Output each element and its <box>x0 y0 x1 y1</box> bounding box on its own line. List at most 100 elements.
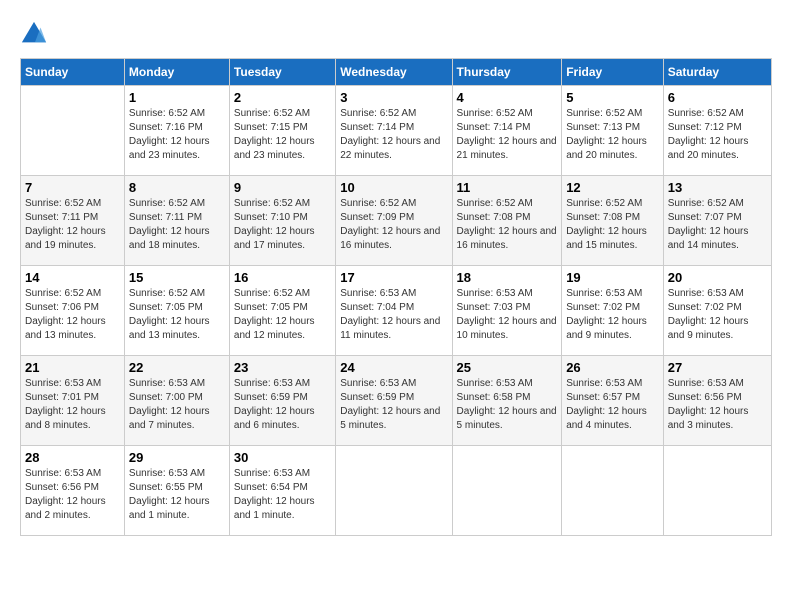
day-number: 9 <box>234 180 331 195</box>
calendar-cell: 9Sunrise: 6:52 AMSunset: 7:10 PMDaylight… <box>229 176 335 266</box>
weekday-header-tuesday: Tuesday <box>229 59 335 86</box>
calendar-week-1: 1 Sunrise: 6:52 AMSunset: 7:16 PMDaylight… <box>21 86 772 176</box>
calendar-cell: 7 Sunrise: 6:52 AMSunset: 7:11 PMDaylight… <box>21 176 125 266</box>
day-info: Sunrise: 6:53 AMSunset: 7:03 PMDaylight:… <box>457 287 558 343</box>
day-number: 28 <box>25 450 120 465</box>
weekday-header-saturday: Saturday <box>663 59 771 86</box>
weekday-header-friday: Friday <box>562 59 664 86</box>
calendar-cell: 21 Sunrise: 6:53 AMSunset: 7:01 PMDayligh… <box>21 356 125 446</box>
calendar-cell: 16Sunrise: 6:52 AMSunset: 7:05 PMDayligh… <box>229 266 335 356</box>
day-number: 22 <box>129 360 225 375</box>
day-number: 17 <box>340 270 447 285</box>
logo-icon <box>20 20 48 48</box>
calendar-cell <box>452 446 562 536</box>
day-number: 11 <box>457 180 558 195</box>
day-info: Sunrise: 6:53 AMSunset: 6:59 PMDaylight:… <box>234 377 331 433</box>
day-number: 10 <box>340 180 447 195</box>
day-number: 2 <box>234 90 331 105</box>
day-info: Sunrise: 6:52 AMSunset: 7:07 PMDaylight:… <box>668 197 767 253</box>
day-info: Sunrise: 6:53 AMSunset: 7:04 PMDaylight:… <box>340 287 447 343</box>
day-number: 20 <box>668 270 767 285</box>
day-info: Sunrise: 6:52 AMSunset: 7:06 PMDaylight:… <box>25 287 120 343</box>
day-info: Sunrise: 6:53 AMSunset: 6:56 PMDaylight:… <box>668 377 767 433</box>
page-container: SundayMondayTuesdayWednesdayThursdayFrid… <box>20 20 772 536</box>
day-number: 23 <box>234 360 331 375</box>
day-number: 1 <box>129 90 225 105</box>
day-info: Sunrise: 6:53 AMSunset: 6:58 PMDaylight:… <box>457 377 558 433</box>
day-info: Sunrise: 6:52 AMSunset: 7:14 PMDaylight:… <box>457 107 558 163</box>
calendar-week-2: 7 Sunrise: 6:52 AMSunset: 7:11 PMDaylight… <box>21 176 772 266</box>
calendar-cell: 5 Sunrise: 6:52 AMSunset: 7:13 PMDaylight… <box>562 86 664 176</box>
calendar-cell: 10 Sunrise: 6:52 AMSunset: 7:09 PMDayligh… <box>336 176 452 266</box>
day-number: 6 <box>668 90 767 105</box>
calendar-week-3: 14 Sunrise: 6:52 AMSunset: 7:06 PMDayligh… <box>21 266 772 356</box>
calendar-week-4: 21 Sunrise: 6:53 AMSunset: 7:01 PMDayligh… <box>21 356 772 446</box>
day-info: Sunrise: 6:53 AMSunset: 6:55 PMDaylight:… <box>129 467 225 523</box>
calendar-body: 1 Sunrise: 6:52 AMSunset: 7:16 PMDaylight… <box>21 86 772 536</box>
calendar-cell: 20 Sunrise: 6:53 AMSunset: 7:02 PMDayligh… <box>663 266 771 356</box>
day-info: Sunrise: 6:53 AMSunset: 7:02 PMDaylight:… <box>668 287 767 343</box>
calendar-cell: 29 Sunrise: 6:53 AMSunset: 6:55 PMDayligh… <box>124 446 229 536</box>
calendar-header: SundayMondayTuesdayWednesdayThursdayFrid… <box>21 59 772 86</box>
calendar-cell: 12 Sunrise: 6:52 AMSunset: 7:08 PMDayligh… <box>562 176 664 266</box>
weekday-header-monday: Monday <box>124 59 229 86</box>
calendar-cell: 23 Sunrise: 6:53 AMSunset: 6:59 PMDayligh… <box>229 356 335 446</box>
calendar-cell: 28 Sunrise: 6:53 AMSunset: 6:56 PMDayligh… <box>21 446 125 536</box>
day-number: 13 <box>668 180 767 195</box>
day-info: Sunrise: 6:52 AMSunset: 7:08 PMDaylight:… <box>566 197 659 253</box>
calendar-cell: 17 Sunrise: 6:53 AMSunset: 7:04 PMDayligh… <box>336 266 452 356</box>
day-number: 7 <box>25 180 120 195</box>
calendar-cell: 14 Sunrise: 6:52 AMSunset: 7:06 PMDayligh… <box>21 266 125 356</box>
calendar-cell: 26Sunrise: 6:53 AMSunset: 6:57 PMDayligh… <box>562 356 664 446</box>
day-number: 14 <box>25 270 120 285</box>
day-info: Sunrise: 6:53 AMSunset: 6:59 PMDaylight:… <box>340 377 447 433</box>
day-number: 4 <box>457 90 558 105</box>
calendar-cell: 13 Sunrise: 6:52 AMSunset: 7:07 PMDayligh… <box>663 176 771 266</box>
calendar-week-5: 28 Sunrise: 6:53 AMSunset: 6:56 PMDayligh… <box>21 446 772 536</box>
calendar-cell <box>336 446 452 536</box>
day-number: 16 <box>234 270 331 285</box>
day-number: 8 <box>129 180 225 195</box>
calendar-cell: 19Sunrise: 6:53 AMSunset: 7:02 PMDayligh… <box>562 266 664 356</box>
day-number: 24 <box>340 360 447 375</box>
day-info: Sunrise: 6:52 AMSunset: 7:09 PMDaylight:… <box>340 197 447 253</box>
day-info: Sunrise: 6:52 AMSunset: 7:11 PMDaylight:… <box>25 197 120 253</box>
calendar-cell: 27 Sunrise: 6:53 AMSunset: 6:56 PMDayligh… <box>663 356 771 446</box>
calendar-cell: 8 Sunrise: 6:52 AMSunset: 7:11 PMDaylight… <box>124 176 229 266</box>
day-number: 26 <box>566 360 659 375</box>
day-number: 29 <box>129 450 225 465</box>
day-number: 30 <box>234 450 331 465</box>
weekday-header-thursday: Thursday <box>452 59 562 86</box>
calendar-cell: 2Sunrise: 6:52 AMSunset: 7:15 PMDaylight… <box>229 86 335 176</box>
calendar-cell: 24 Sunrise: 6:53 AMSunset: 6:59 PMDayligh… <box>336 356 452 446</box>
header <box>20 20 772 48</box>
day-info: Sunrise: 6:53 AMSunset: 6:54 PMDaylight:… <box>234 467 331 523</box>
day-info: Sunrise: 6:52 AMSunset: 7:16 PMDaylight:… <box>129 107 225 163</box>
day-number: 18 <box>457 270 558 285</box>
day-info: Sunrise: 6:53 AMSunset: 7:01 PMDaylight:… <box>25 377 120 433</box>
day-number: 27 <box>668 360 767 375</box>
weekday-header-sunday: Sunday <box>21 59 125 86</box>
day-info: Sunrise: 6:52 AMSunset: 7:05 PMDaylight:… <box>129 287 225 343</box>
calendar-cell: 3Sunrise: 6:52 AMSunset: 7:14 PMDaylight… <box>336 86 452 176</box>
day-number: 12 <box>566 180 659 195</box>
day-number: 21 <box>25 360 120 375</box>
day-number: 3 <box>340 90 447 105</box>
logo <box>20 20 52 48</box>
calendar-cell: 22Sunrise: 6:53 AMSunset: 7:00 PMDayligh… <box>124 356 229 446</box>
day-number: 5 <box>566 90 659 105</box>
calendar-cell: 30 Sunrise: 6:53 AMSunset: 6:54 PMDayligh… <box>229 446 335 536</box>
calendar-cell: 25Sunrise: 6:53 AMSunset: 6:58 PMDayligh… <box>452 356 562 446</box>
calendar-cell: 18 Sunrise: 6:53 AMSunset: 7:03 PMDayligh… <box>452 266 562 356</box>
day-info: Sunrise: 6:52 AMSunset: 7:13 PMDaylight:… <box>566 107 659 163</box>
weekday-row: SundayMondayTuesdayWednesdayThursdayFrid… <box>21 59 772 86</box>
day-number: 15 <box>129 270 225 285</box>
day-info: Sunrise: 6:52 AMSunset: 7:12 PMDaylight:… <box>668 107 767 163</box>
calendar-cell: 15 Sunrise: 6:52 AMSunset: 7:05 PMDayligh… <box>124 266 229 356</box>
calendar-cell <box>562 446 664 536</box>
day-info: Sunrise: 6:53 AMSunset: 7:02 PMDaylight:… <box>566 287 659 343</box>
day-info: Sunrise: 6:52 AMSunset: 7:08 PMDaylight:… <box>457 197 558 253</box>
day-info: Sunrise: 6:52 AMSunset: 7:11 PMDaylight:… <box>129 197 225 253</box>
calendar-cell <box>663 446 771 536</box>
day-info: Sunrise: 6:53 AMSunset: 6:56 PMDaylight:… <box>25 467 120 523</box>
